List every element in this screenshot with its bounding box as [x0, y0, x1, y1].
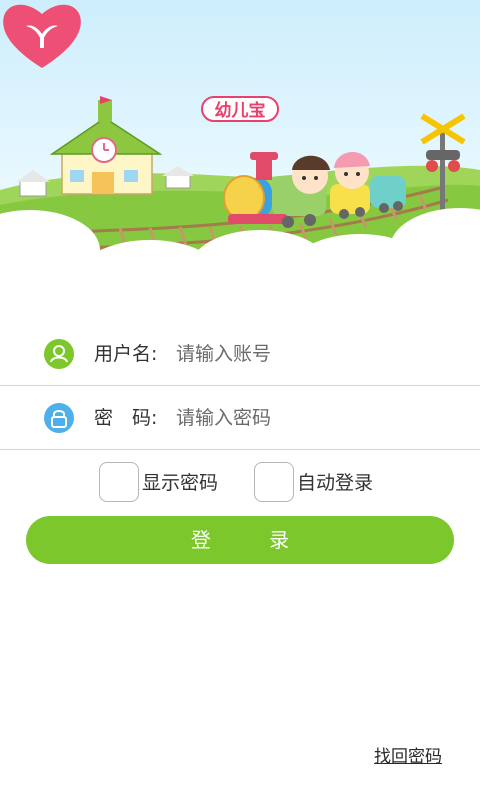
user-icon — [44, 339, 74, 369]
login-button[interactable]: 登 录 — [26, 516, 454, 564]
school-house — [49, 96, 163, 195]
username-input[interactable] — [176, 338, 446, 370]
app-logo-text: 幼儿宝 — [201, 96, 279, 122]
password-row: 密 码: — [0, 386, 480, 450]
show-password-checkbox[interactable] — [99, 462, 139, 502]
forgot-password-link[interactable]: 找回密码 — [374, 746, 442, 768]
auto-login-checkbox[interactable] — [254, 462, 294, 502]
username-label: 用户名: — [94, 343, 158, 365]
password-label: 密 码: — [94, 407, 158, 429]
password-input[interactable] — [176, 402, 446, 434]
show-password-label[interactable]: 显示密码 — [142, 471, 218, 495]
username-row: 用户名: — [0, 322, 480, 386]
lock-icon — [44, 403, 74, 433]
auto-login-label[interactable]: 自动登录 — [297, 471, 373, 495]
hero-illustration: 幼儿宝 — [0, 0, 480, 300]
app-logo-icon — [3, 4, 81, 69]
